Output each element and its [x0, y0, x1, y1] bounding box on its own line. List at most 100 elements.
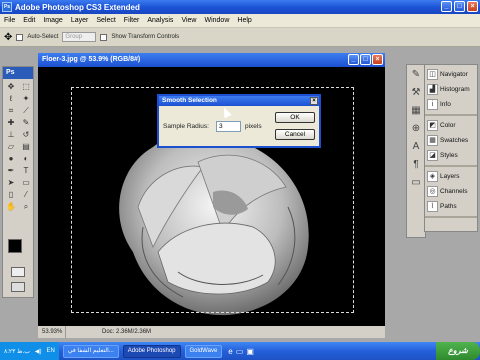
navigator-icon: ◫ [427, 69, 438, 80]
menu-filter[interactable]: Filter [120, 17, 144, 24]
show-transform-label: Show Transform Controls [111, 34, 180, 40]
ok-button[interactable]: OK [275, 112, 315, 123]
shape-tool-icon[interactable]: ▭ [19, 177, 33, 188]
minimize-button[interactable]: _ [441, 1, 452, 12]
info-icon: i [427, 99, 438, 110]
panel-color[interactable]: ◩ Color [425, 118, 477, 133]
system-tray: ۸:۲۳ ب.ظ ◀) EN [0, 342, 59, 360]
windows-taskbar: ۸:۲۳ ب.ظ ◀) EN التعليم الشفا في... Adobe… [0, 342, 480, 360]
swatches-icon: ▦ [427, 135, 438, 146]
panel-dock-icons: ✎ ⚒ ▦ ⊕ A ¶ ▭ [406, 64, 426, 238]
panel-channels[interactable]: ◎ Channels [425, 184, 477, 199]
move-tool-icon[interactable]: ✥ [4, 32, 12, 43]
tool-preset-icon[interactable]: ⚒ [408, 85, 424, 101]
smooth-selection-dialog: Smooth Selection × Sample Radius: 3 pixe… [157, 94, 321, 148]
document-title-bar[interactable]: Floer-3.jpg @ 53.9% (RGB/8#) _ □ × [38, 53, 385, 67]
quick-launch-icons[interactable]: e ▭ ▣ [228, 347, 254, 356]
taskbar-button-browser[interactable]: التعليم الشفا في... [62, 344, 119, 358]
dodge-tool-icon[interactable]: ◐ [19, 153, 33, 164]
close-button[interactable]: × [467, 1, 478, 12]
volume-icon[interactable]: ◀) [35, 348, 42, 355]
panel-paths[interactable]: ⌇ Paths [425, 199, 477, 214]
lasso-tool-icon[interactable]: ℓ [4, 93, 18, 104]
dialog-title: Smooth Selection [162, 97, 217, 104]
document-title: Floer-3.jpg @ 53.9% (RGB/8#) [42, 56, 141, 63]
layer-comps-icon[interactable]: ▦ [408, 103, 424, 119]
taskbar-clock[interactable]: ۸:۲۳ ب.ظ [4, 348, 30, 355]
paragraph-icon[interactable]: ¶ [408, 157, 424, 173]
magic-wand-icon[interactable]: ✦ [19, 93, 33, 104]
move-tool-icon[interactable]: ✥ [4, 81, 18, 92]
doc-minimize-button[interactable]: _ [348, 54, 359, 65]
crop-tool-icon[interactable]: ⌗ [4, 105, 18, 116]
eraser-tool-icon[interactable]: ▱ [4, 141, 18, 152]
panel-layers[interactable]: ◈ Layers [425, 169, 477, 184]
menu-file[interactable]: File [0, 17, 19, 24]
histogram-icon: ▟ [427, 84, 438, 95]
folder-icon[interactable]: ▭ [236, 347, 244, 356]
healing-brush-icon[interactable]: ✚ [4, 117, 18, 128]
menu-edit[interactable]: Edit [19, 17, 39, 24]
menu-select[interactable]: Select [92, 17, 119, 24]
doc-size: Doc: 2.36M/2.36M [102, 329, 152, 335]
panel-info[interactable]: i Info [425, 97, 477, 112]
quick-mask-icon[interactable] [11, 267, 25, 277]
zoom-level[interactable]: 53.93% [38, 326, 66, 338]
dialog-close-button[interactable]: × [310, 97, 318, 105]
taskbar-button-goldwave[interactable]: GoldWave [184, 344, 223, 358]
marquee-tool-icon[interactable]: ⬚ [19, 81, 33, 92]
panel-group-navigator: ◫ Navigator ▟ Histogram i Info [425, 65, 477, 116]
panel-histogram[interactable]: ▟ Histogram [425, 82, 477, 97]
dialog-title-bar[interactable]: Smooth Selection × [159, 96, 319, 106]
foreground-color-swatch[interactable] [8, 239, 22, 253]
photoshop-icon: Ps [2, 2, 12, 12]
auto-select-dropdown[interactable]: Group [62, 32, 97, 42]
clone-source-icon[interactable]: ⊕ [408, 121, 424, 137]
desktop-icon[interactable]: ▣ [246, 347, 254, 356]
sample-radius-label: Sample Radius: [163, 123, 209, 130]
panel-navigator[interactable]: ◫ Navigator [425, 67, 477, 82]
blur-tool-icon[interactable]: ● [4, 153, 18, 164]
screen-mode-icon[interactable] [11, 282, 25, 292]
path-select-icon[interactable]: ➤ [4, 177, 18, 188]
history-brush-icon[interactable]: ↺ [19, 129, 33, 140]
menu-help[interactable]: Help [233, 17, 255, 24]
brush-preset-icon[interactable]: ✎ [408, 67, 424, 83]
menu-bar: File Edit Image Layer Select Filter Anal… [0, 14, 480, 28]
eyedropper-icon[interactable]: ⁄ [19, 189, 33, 200]
notes-tool-icon[interactable]: ▯ [4, 189, 18, 200]
menu-layer[interactable]: Layer [67, 17, 93, 24]
character-icon[interactable]: A [408, 139, 424, 155]
measurement-icon[interactable]: ▭ [408, 175, 424, 191]
brush-tool-icon[interactable]: ✎ [19, 117, 33, 128]
taskbar-button-photoshop[interactable]: Adobe Photoshop [122, 344, 181, 358]
auto-select-checkbox[interactable] [16, 33, 24, 41]
menu-image[interactable]: Image [39, 17, 66, 24]
doc-close-button[interactable]: × [372, 54, 383, 65]
panel-styles[interactable]: ◪ Styles [425, 148, 477, 163]
layers-icon: ◈ [427, 171, 438, 182]
paths-icon: ⌇ [427, 201, 438, 212]
pen-tool-icon[interactable]: ✒ [4, 165, 18, 176]
menu-window[interactable]: Window [200, 17, 233, 24]
slice-tool-icon[interactable]: ⟋ [19, 105, 33, 116]
cancel-button[interactable]: Cancel [275, 129, 315, 140]
app-title-bar[interactable]: Ps Adobe Photoshop CS3 Extended _ □ × [0, 0, 480, 14]
hand-tool-icon[interactable]: ✋ [4, 201, 18, 212]
menu-analysis[interactable]: Analysis [143, 17, 177, 24]
panel-swatches[interactable]: ▦ Swatches [425, 133, 477, 148]
show-transform-checkbox[interactable] [100, 33, 108, 41]
ie-icon[interactable]: e [228, 347, 232, 356]
doc-maximize-button[interactable]: □ [360, 54, 371, 65]
type-tool-icon[interactable]: T [19, 165, 33, 176]
gradient-tool-icon[interactable]: ▤ [19, 141, 33, 152]
auto-select-label: Auto-Select [27, 34, 59, 40]
sample-radius-input[interactable]: 3 [216, 121, 241, 132]
zoom-tool-icon[interactable]: ⌕ [19, 201, 33, 212]
maximize-button[interactable]: □ [454, 1, 465, 12]
panel-group-layers: ◈ Layers ◎ Channels ⌇ Paths [425, 167, 477, 218]
language-indicator[interactable]: EN [47, 348, 55, 354]
menu-view[interactable]: View [177, 17, 200, 24]
clone-stamp-icon[interactable]: ⊥ [4, 129, 18, 140]
start-button[interactable]: شروع [436, 342, 480, 360]
